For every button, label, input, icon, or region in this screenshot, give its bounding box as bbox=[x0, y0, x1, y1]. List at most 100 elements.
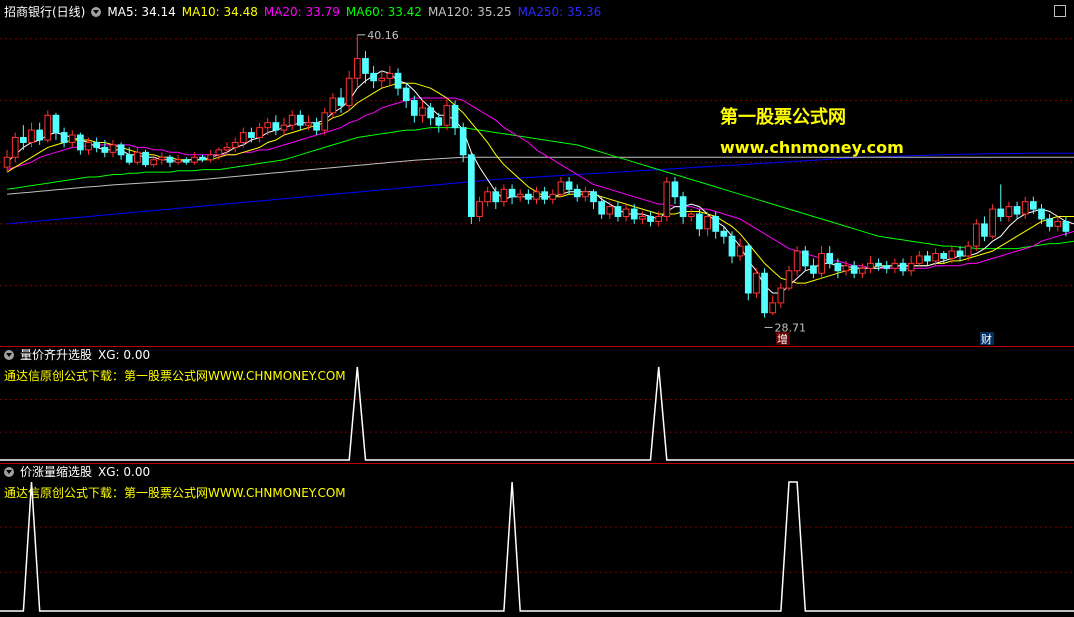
candle-body-up bbox=[842, 265, 850, 272]
candle-body-down bbox=[427, 107, 434, 119]
candle-body-down bbox=[1062, 220, 1070, 232]
candle-body-up bbox=[655, 215, 663, 222]
candle-body-up bbox=[687, 213, 695, 217]
candle-body-down bbox=[590, 191, 597, 203]
candle-body-up bbox=[818, 253, 825, 274]
candle-body-down bbox=[671, 181, 679, 198]
candle-body-down bbox=[467, 154, 475, 217]
candle-body-up bbox=[476, 201, 483, 217]
candle-body-up bbox=[256, 127, 263, 139]
candle-body-up bbox=[972, 223, 980, 247]
high-price-label: 40.16 bbox=[367, 29, 399, 42]
candle-body-up bbox=[68, 134, 76, 143]
ma250-line bbox=[7, 152, 1074, 225]
candle-body-down bbox=[1038, 208, 1045, 220]
candle-body-up bbox=[353, 58, 361, 79]
marker-zeng: 增 bbox=[777, 332, 788, 346]
candle-body-up bbox=[150, 159, 158, 166]
candle-body-down bbox=[981, 223, 988, 237]
candle-body-down bbox=[20, 137, 27, 143]
candle-body-up bbox=[1005, 206, 1013, 217]
candle-body-up bbox=[239, 132, 247, 143]
candle-body-up bbox=[28, 129, 35, 143]
candle-body-down bbox=[541, 191, 548, 200]
candle-body-up bbox=[174, 159, 182, 163]
indicator-panel-1[interactable]: 量价齐升选股 XG: 0.00 通达信原创公式下载：第一股票公式网WWW.CHN… bbox=[0, 347, 1074, 463]
candle-body-down bbox=[125, 154, 133, 163]
candle-body-up bbox=[606, 206, 614, 215]
candle-body-down bbox=[728, 235, 736, 257]
candle-body-down bbox=[337, 97, 345, 106]
candle-body-down bbox=[647, 215, 654, 222]
candle-body-down bbox=[492, 191, 500, 203]
candle-body-up bbox=[345, 77, 353, 106]
xg-signal-chart-1 bbox=[0, 366, 1074, 461]
candle-body-down bbox=[630, 208, 638, 220]
candle-body-down bbox=[761, 272, 768, 314]
xg-signal-chart-2 bbox=[0, 481, 1074, 612]
candle-body-up bbox=[932, 253, 939, 262]
xg-signal-line bbox=[0, 366, 1074, 461]
candle-body-up bbox=[891, 262, 899, 269]
candle-body-down bbox=[101, 146, 109, 153]
ma20-line bbox=[6, 97, 1074, 269]
candle-body-up bbox=[207, 154, 215, 161]
candle-body-up bbox=[109, 144, 117, 153]
candle-body-up bbox=[793, 250, 801, 272]
candle-body-down bbox=[826, 253, 834, 264]
candle-body-up bbox=[223, 146, 231, 151]
candle-body-down bbox=[1046, 218, 1053, 227]
marker-cai: 财 bbox=[981, 332, 992, 346]
candle-body-down bbox=[435, 117, 443, 126]
candle-body-down bbox=[508, 188, 516, 198]
candle-body-up bbox=[1054, 220, 1062, 227]
candle-body-down bbox=[410, 100, 418, 116]
candle-body-down bbox=[850, 265, 858, 274]
candle-body-up bbox=[948, 250, 956, 259]
watermark-url: www.chnmoney.com bbox=[720, 138, 904, 157]
ma120-line bbox=[7, 156, 1074, 195]
candle-body-down bbox=[598, 201, 606, 215]
candle-body-up bbox=[44, 114, 52, 141]
candle-body-up bbox=[191, 156, 198, 163]
candle-body-down bbox=[1013, 206, 1021, 215]
candle-body-up bbox=[215, 149, 223, 156]
candle-body-down bbox=[1029, 201, 1037, 210]
candle-body-down bbox=[370, 72, 377, 82]
candle-body-down bbox=[117, 144, 125, 156]
candle-body-up bbox=[753, 272, 760, 294]
candle-body-down bbox=[313, 122, 320, 131]
candle-body-down bbox=[679, 196, 687, 217]
candle-body-up bbox=[305, 122, 312, 126]
candle-body-down bbox=[744, 245, 752, 294]
candle-body-up bbox=[915, 255, 923, 264]
main-chart-panel[interactable]: 招商银行(日线) MA5: 34.14 MA10: 34.48 MA20: 33… bbox=[0, 0, 1074, 346]
candle-body-down bbox=[696, 213, 703, 230]
candle-body-up bbox=[964, 245, 972, 257]
candle-body-down bbox=[36, 129, 44, 141]
candle-body-down bbox=[875, 262, 882, 267]
candle-body-up bbox=[280, 124, 288, 131]
candle-body-up bbox=[663, 181, 671, 217]
candle-body-down bbox=[451, 104, 459, 129]
candle-body-up bbox=[858, 267, 866, 274]
indicator-panel-2[interactable]: 价涨量缩选股 XG: 0.00 通达信原创公式下载：第一股票公式网WWW.CHN… bbox=[0, 464, 1074, 617]
candle-body-up bbox=[264, 122, 272, 129]
candle-body-up bbox=[785, 270, 793, 289]
candle-body-down bbox=[394, 72, 402, 89]
candle-body-down bbox=[199, 156, 206, 161]
candle-body-up bbox=[582, 191, 589, 198]
candle-body-up bbox=[989, 208, 996, 237]
candle-body-up bbox=[85, 141, 92, 151]
candle-body-up bbox=[321, 112, 329, 131]
candlestick-chart: 40.1628.71增财 bbox=[0, 29, 1074, 346]
ma10-line bbox=[6, 82, 1074, 284]
candle-body-down bbox=[956, 250, 964, 257]
candle-body-down bbox=[801, 250, 809, 267]
candle-body-down bbox=[60, 132, 68, 143]
candle-body-down bbox=[272, 122, 280, 131]
candle-body-up bbox=[867, 262, 874, 269]
candle-body-up bbox=[443, 104, 451, 126]
candle-body-down bbox=[248, 132, 255, 139]
candle-body-down bbox=[402, 87, 410, 102]
